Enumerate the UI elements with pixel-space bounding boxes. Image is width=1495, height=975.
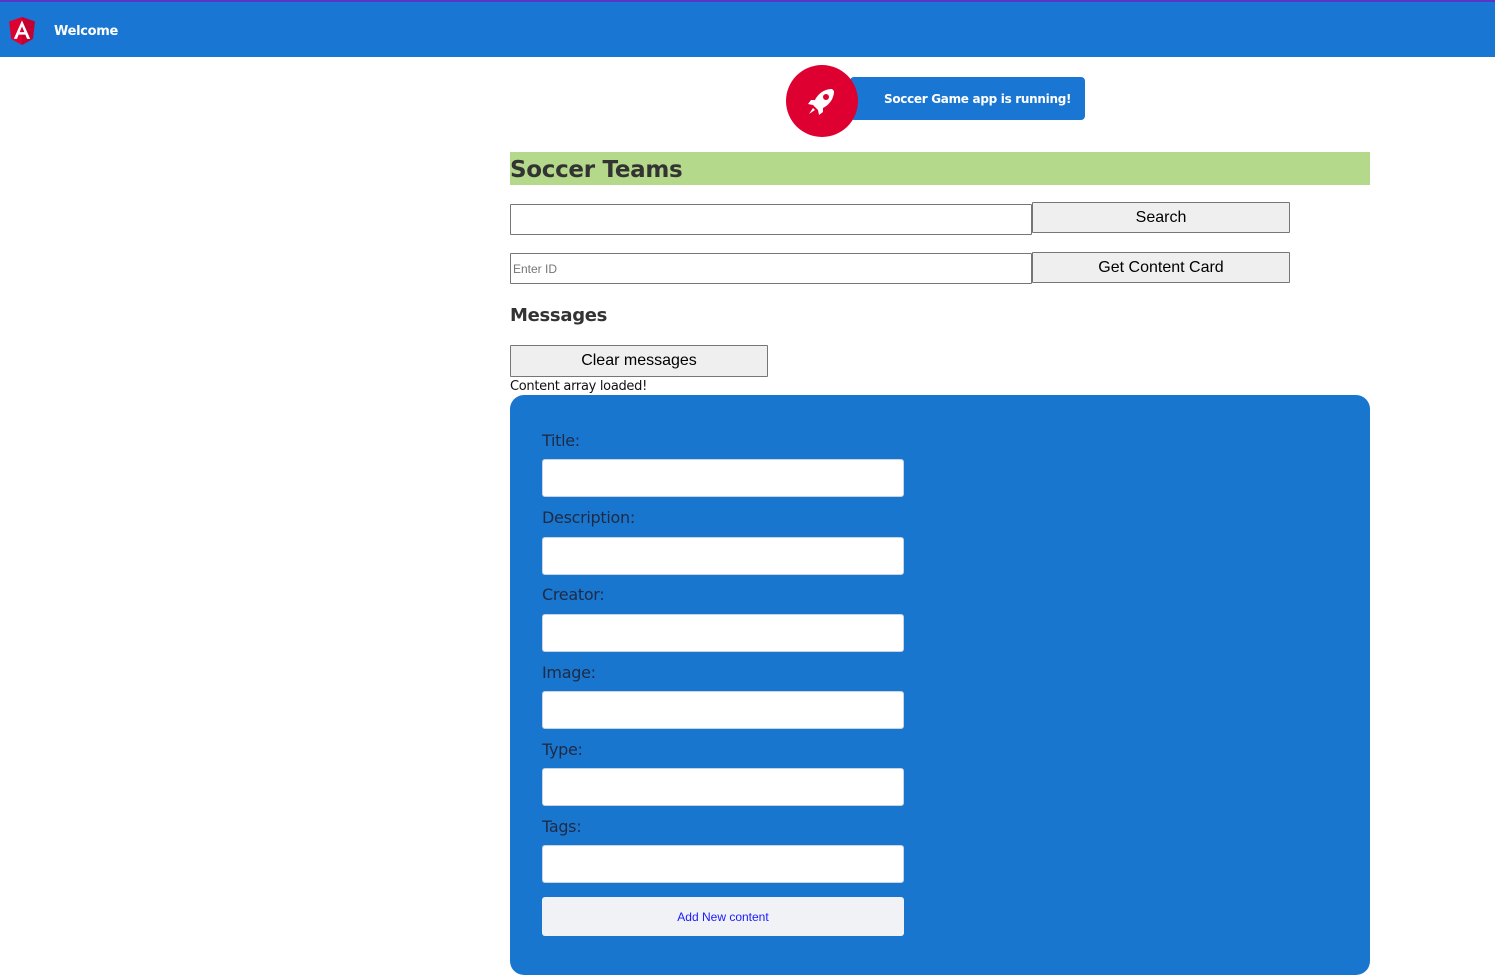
type-label: Type: — [542, 740, 583, 759]
angular-logo-icon[interactable] — [8, 15, 36, 47]
image-input[interactable] — [542, 691, 904, 729]
top-toolbar: Welcome — [0, 0, 1495, 57]
messages-heading: Messages — [510, 305, 608, 326]
page-title: Soccer Teams — [510, 152, 1370, 185]
rocket-icon-glyph — [808, 89, 834, 115]
tags-input[interactable] — [542, 845, 904, 883]
image-label: Image: — [542, 663, 596, 682]
search-button[interactable]: Search — [1032, 202, 1290, 233]
creator-input[interactable] — [542, 614, 904, 652]
title-input[interactable] — [542, 459, 904, 497]
tags-label: Tags: — [542, 817, 582, 836]
rocket-icon — [786, 65, 858, 137]
type-input[interactable] — [542, 768, 904, 806]
description-label: Description: — [542, 508, 635, 527]
get-content-card-button[interactable]: Get Content Card — [1032, 252, 1290, 283]
creator-label: Creator: — [542, 585, 605, 604]
app-running-banner: Soccer Game app is running! — [850, 77, 1085, 120]
description-input[interactable] — [542, 537, 904, 575]
toolbar-title: Welcome — [54, 24, 119, 39]
search-input[interactable] — [510, 204, 1032, 235]
clear-messages-button[interactable]: Clear messages — [510, 345, 768, 377]
app-running-text: Soccer Game app is running! — [884, 91, 1072, 106]
message-item: Content array loaded! — [510, 379, 647, 394]
title-label: Title: — [542, 431, 580, 450]
add-new-content-button[interactable]: Add New content — [542, 897, 904, 936]
content-id-input[interactable] — [510, 253, 1032, 284]
